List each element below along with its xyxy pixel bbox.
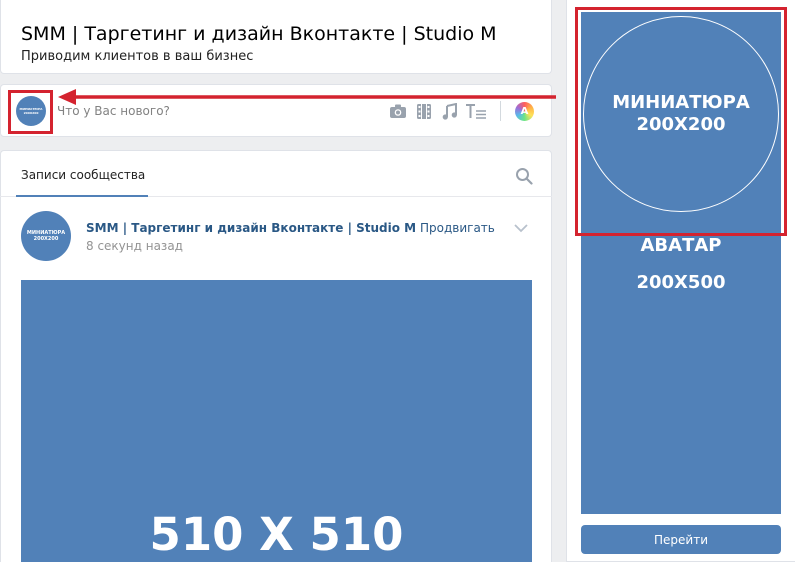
post-author-avatar[interactable]: МИНИАТЮРА 200X200	[21, 211, 71, 261]
go-button[interactable]: Перейти	[581, 525, 781, 554]
composer-avatar-text: МИНИАТЮРА 200X200	[20, 107, 43, 115]
post-author-link[interactable]: SMM | Таргетинг и дизайн Вконтакте | Stu…	[86, 221, 416, 235]
post-image-label: 510 X 510	[149, 508, 404, 561]
miniature-highlight-frame	[575, 7, 787, 236]
tab-active-underline	[16, 195, 148, 197]
tab-community-posts[interactable]: Записи сообщества	[21, 168, 145, 182]
composer-avatar-line2: 200X200	[23, 111, 39, 115]
group-subtitle: Приводим клиентов в ваш бизнес	[21, 49, 254, 64]
group-title: SMM | Таргетинг и дизайн Вконтакте | Stu…	[21, 23, 497, 45]
avatar-label-line1: АВАТАР	[640, 235, 722, 256]
composer-avatar[interactable]: МИНИАТЮРА 200X200	[16, 96, 46, 126]
avatar-label-line2: 200X500	[636, 272, 726, 293]
post-image[interactable]: 510 X 510	[21, 280, 532, 562]
post-timestamp[interactable]: 8 секунд назад	[86, 239, 183, 253]
post-avatar-line2: 200X200	[33, 236, 59, 242]
search-icon[interactable]	[515, 167, 533, 185]
promote-button[interactable]: Продвигать	[420, 221, 495, 235]
red-arrow-annotation	[58, 89, 556, 105]
chevron-down-icon[interactable]	[514, 223, 528, 233]
